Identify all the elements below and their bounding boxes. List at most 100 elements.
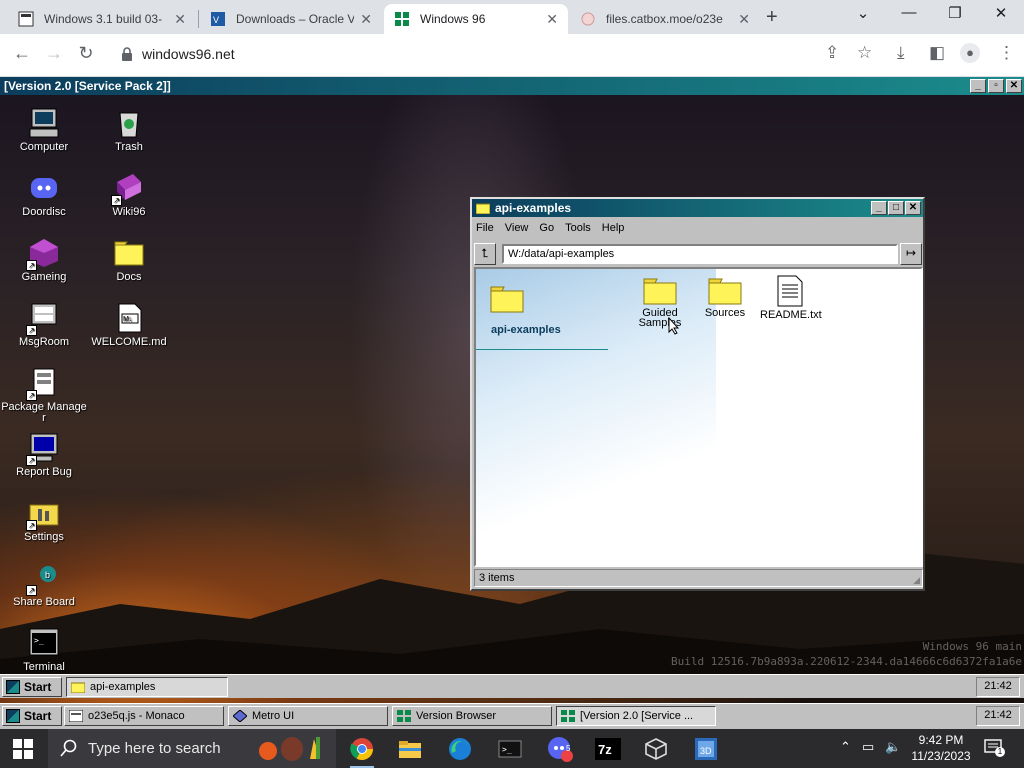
taskbar-app-3d-viewer[interactable] xyxy=(634,729,678,768)
windows-start-icon[interactable] xyxy=(13,739,33,759)
notification-center-icon[interactable]: 1 xyxy=(983,738,1005,757)
desktop-icon-settings[interactable]: ↗ Settings xyxy=(1,497,87,543)
lock-icon[interactable] xyxy=(120,46,134,62)
resize-grip-icon[interactable]: ◢ xyxy=(913,575,920,586)
taskbar-search-box[interactable]: Type here to search xyxy=(48,729,336,768)
desktop-icon-gameing[interactable]: ↗ Gameing xyxy=(1,237,87,283)
share-icon[interactable]: ⇪ xyxy=(825,43,839,63)
close-icon[interactable]: ✕ xyxy=(905,201,921,215)
build-watermark-line1: Windows 96 main xyxy=(922,640,1022,653)
system-clock[interactable]: 9:42 PM 11/23/2023 xyxy=(908,732,974,764)
file-item-readme[interactable]: README.txt xyxy=(760,275,822,321)
menu-view[interactable]: View xyxy=(505,222,529,234)
minimize-icon[interactable]: _ xyxy=(970,79,986,93)
kebab-menu-icon[interactable]: ⋮ xyxy=(998,43,1015,63)
tab-search-icon[interactable]: ⌄ xyxy=(840,4,886,22)
browser-tab-strip: Windows 3.1 build 03- ✕ V Downloads – Or… xyxy=(0,0,1024,34)
browser-tab-catbox[interactable]: files.catbox.moe/o23e ✕ xyxy=(570,4,760,34)
restore-icon[interactable]: ❐ xyxy=(932,4,978,22)
desktop-icon-report-bug[interactable]: ↗ Report Bug xyxy=(1,432,87,478)
up-folder-button[interactable]: ⮤ xyxy=(474,243,496,265)
minimize-icon[interactable]: — xyxy=(886,4,932,21)
tray-overflow-chevron-icon[interactable]: ⌃ xyxy=(840,739,851,755)
go-button[interactable]: ↦ xyxy=(900,243,922,265)
close-icon[interactable]: ✕ xyxy=(360,11,372,28)
address-row: ⮤ W:/data/api-examples ↦ xyxy=(474,242,923,266)
tab-title: Windows 96 xyxy=(420,12,486,26)
profile-avatar-icon[interactable]: ● xyxy=(960,43,980,63)
browser-tab-downloads[interactable]: V Downloads – Oracle V ✕ xyxy=(200,4,382,34)
desktop-icon-trash[interactable]: Trash xyxy=(86,107,172,153)
browser-tab-windows96[interactable]: Windows 96 ✕ xyxy=(384,4,568,34)
forward-icon[interactable]: → xyxy=(42,43,66,64)
clock-date: 11/23/2023 xyxy=(911,749,971,763)
file-label: Sources xyxy=(704,307,746,319)
svg-text:M↓: M↓ xyxy=(123,316,132,323)
file-item-guided-samples[interactable]: Guided Samples xyxy=(630,277,690,329)
taskbar-app-7zip[interactable]: 7z xyxy=(586,729,630,768)
7zip-icon: 7z xyxy=(595,737,621,760)
taskbar-app-virtualbox[interactable]: 3D xyxy=(684,729,728,768)
task-button-version-browser[interactable]: Version Browser xyxy=(392,706,552,726)
new-tab-button[interactable]: + xyxy=(766,6,778,29)
taskbar-app-discord[interactable]: 5 xyxy=(538,729,582,768)
share-icon: b ↗ xyxy=(26,562,60,596)
task-button-api-examples[interactable]: api-examples xyxy=(66,677,228,697)
start-button[interactable]: Start xyxy=(2,706,62,726)
reload-icon[interactable]: ↻ xyxy=(74,43,98,64)
up-arrow-icon: ⮤ xyxy=(481,246,489,260)
desktop-icon-share-board[interactable]: b ↗ Share Board xyxy=(1,562,87,608)
taskbar-app-terminal[interactable]: >_ xyxy=(488,729,532,768)
desktop-icon-wiki96[interactable]: ↗ Wiki96 xyxy=(86,172,172,218)
minimize-icon[interactable]: _ xyxy=(871,201,887,215)
start-button[interactable]: Start xyxy=(2,677,62,697)
file-view[interactable]: api-examples Guided Samples Sources READ… xyxy=(474,267,923,567)
desktop-icon-msgroom[interactable]: ↗ MsgRoom xyxy=(1,302,87,348)
menu-tools[interactable]: Tools xyxy=(565,222,591,234)
close-icon[interactable]: ✕ xyxy=(1006,79,1022,93)
svg-text:7z: 7z xyxy=(598,742,612,757)
folder-icon xyxy=(113,237,145,269)
menu-help[interactable]: Help xyxy=(602,222,625,234)
cat-icon xyxy=(580,11,596,27)
network-icon[interactable]: ▭ xyxy=(862,739,874,755)
trash-icon xyxy=(113,107,145,139)
task-button-metro-ui[interactable]: Metro UI xyxy=(228,706,388,726)
taskbar-app-explorer[interactable] xyxy=(388,729,432,768)
address-input[interactable]: W:/data/api-examples xyxy=(502,244,898,264)
explorer-titlebar[interactable]: api-examples _ □ ✕ xyxy=(472,199,923,217)
browser-tab-windows31[interactable]: Windows 3.1 build 03- ✕ xyxy=(8,4,196,34)
explorer-window[interactable]: api-examples _ □ ✕ File View Go Tools He… xyxy=(470,197,925,591)
window-title: api-examples xyxy=(495,201,572,215)
menu-file[interactable]: File xyxy=(476,222,494,234)
back-icon[interactable]: ← xyxy=(10,43,34,64)
maximize-icon[interactable]: □ xyxy=(888,201,904,215)
task-button-monaco[interactable]: o23e5q.js - Monaco xyxy=(64,706,224,726)
download-icon[interactable]: ⤓ xyxy=(897,43,905,63)
desktop-icon-docs[interactable]: Docs xyxy=(86,237,172,283)
menu-go[interactable]: Go xyxy=(539,222,554,234)
taskbar-clock: 21:42 xyxy=(976,677,1020,697)
desktop-icon-doordisc[interactable]: Doordisc xyxy=(1,172,87,218)
cube-icon xyxy=(645,737,667,760)
desktop-icon-terminal[interactable]: >_ Terminal xyxy=(1,627,87,673)
w96-main-window-titlebar[interactable]: [Version 2.0 [Service Pack 2]] _ ▫ ✕ xyxy=(0,77,1024,95)
task-button-service-pack[interactable]: [Version 2.0 [Service ... xyxy=(556,706,716,726)
close-icon[interactable]: ✕ xyxy=(546,11,558,28)
file-item-sources[interactable]: Sources xyxy=(695,277,755,319)
taskbar-app-chrome[interactable] xyxy=(340,729,384,768)
close-window-icon[interactable]: ✕ xyxy=(978,4,1024,22)
desktop-icon-welcome-md[interactable]: M↓ WELCOME.md xyxy=(86,302,172,348)
close-icon[interactable]: ✕ xyxy=(738,11,750,28)
maximize-icon[interactable]: ▫ xyxy=(988,79,1004,93)
url-bar[interactable]: windows96.net xyxy=(142,46,235,62)
taskbar-app-edge[interactable] xyxy=(438,729,482,768)
volume-muted-icon[interactable]: 🔈 xyxy=(885,739,901,755)
close-icon[interactable]: ✕ xyxy=(174,11,186,28)
bookmark-star-icon[interactable]: ☆ xyxy=(857,43,872,63)
side-panel-icon[interactable]: ◧ xyxy=(929,43,945,63)
desktop-icon-package-manager[interactable]: ↗ Package Manager xyxy=(1,367,87,424)
w96-desktop[interactable]: [Version 2.0 [Service Pack 2]] _ ▫ ✕ Com… xyxy=(0,77,1024,729)
svg-text:>_: >_ xyxy=(34,636,44,645)
desktop-icon-computer[interactable]: Computer xyxy=(1,107,87,153)
